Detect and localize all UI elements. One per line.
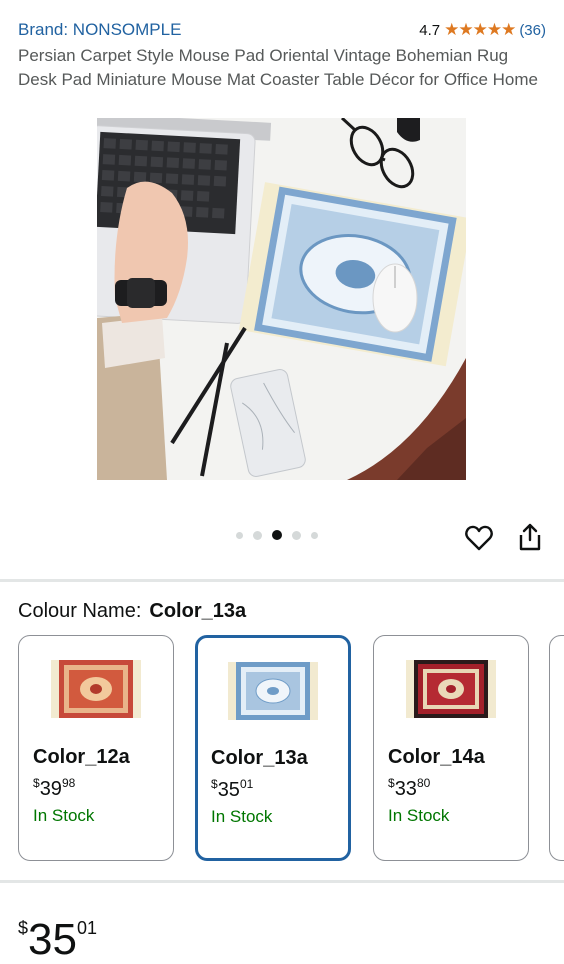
- carousel-dot[interactable]: [253, 530, 262, 540]
- swatch-name: Color_13a: [211, 747, 308, 769]
- swatch-stock-status: In Stock: [388, 806, 450, 825]
- carousel-dot-active[interactable]: [272, 530, 282, 540]
- swatch-thumbnail: [406, 660, 496, 718]
- product-title: Persian Carpet Style Mouse Pad Oriental …: [18, 46, 538, 89]
- price-whole: 35: [217, 779, 240, 801]
- swatch-stock-status: In Stock: [33, 806, 95, 825]
- brand-rating-row: Brand: NONSOMPLE 4.7 ★★★★★ (36): [18, 20, 546, 44]
- carousel-dot[interactable]: [292, 530, 301, 540]
- price-fraction: 01: [239, 777, 254, 791]
- product-image[interactable]: [97, 118, 466, 480]
- share-icon: [519, 523, 541, 551]
- price-symbol: $: [33, 776, 40, 790]
- colour-selected-value: Color_13a: [149, 600, 247, 622]
- carousel-dots[interactable]: [236, 530, 328, 540]
- rating-count[interactable]: (36): [519, 22, 546, 39]
- wishlist-button[interactable]: [463, 522, 495, 554]
- star-rating-icon: ★★★★★: [444, 20, 516, 39]
- swatch-price: $3380: [388, 776, 430, 801]
- colour-name-label: Colour Name: Color_13a: [18, 600, 246, 623]
- swatch-color-14a[interactable]: Color_14a $3380 In Stock: [373, 635, 529, 861]
- price-symbol: $: [18, 918, 29, 938]
- rating-value: 4.7: [419, 21, 441, 39]
- swatch-thumbnail: [228, 662, 318, 720]
- price-fraction: 98: [61, 776, 76, 790]
- colour-swatch-carousel[interactable]: Color_12a $3998 In Stock Color_13a $3501…: [18, 635, 564, 865]
- swatch-color-13a[interactable]: Color_13a $3501 In Stock: [195, 635, 351, 861]
- swatch-name: Color_12a: [33, 746, 130, 768]
- section-divider: [0, 579, 564, 582]
- swatch-name: Color_14a: [388, 746, 485, 768]
- price-symbol: $: [211, 777, 218, 791]
- price-whole: 35: [28, 915, 77, 964]
- swatch-price: $3998: [33, 776, 75, 801]
- main-price: $3501: [18, 904, 97, 964]
- rating-summary[interactable]: 4.7 ★★★★★ (36): [419, 20, 546, 40]
- price-whole: 39: [39, 778, 62, 800]
- swatch-stock-status: In Stock: [211, 807, 273, 826]
- swatch-price: $3501: [211, 777, 253, 802]
- price-symbol: $: [388, 776, 395, 790]
- price-fraction: 80: [416, 776, 431, 790]
- swatch-thumbnail: [51, 660, 141, 718]
- swatch-color-12a[interactable]: Color_12a $3998 In Stock: [18, 635, 174, 861]
- price-whole: 33: [394, 778, 417, 800]
- colour-label-text: Colour Name:: [18, 600, 142, 622]
- heart-icon: [465, 525, 493, 551]
- carousel-dot[interactable]: [236, 531, 243, 539]
- share-button[interactable]: [514, 521, 546, 553]
- section-divider: [0, 880, 564, 883]
- swatch-next-partial[interactable]: [549, 635, 564, 861]
- brand-link[interactable]: Brand: NONSOMPLE: [18, 20, 181, 40]
- carousel-dot[interactable]: [311, 531, 318, 539]
- price-fraction: 01: [76, 918, 97, 938]
